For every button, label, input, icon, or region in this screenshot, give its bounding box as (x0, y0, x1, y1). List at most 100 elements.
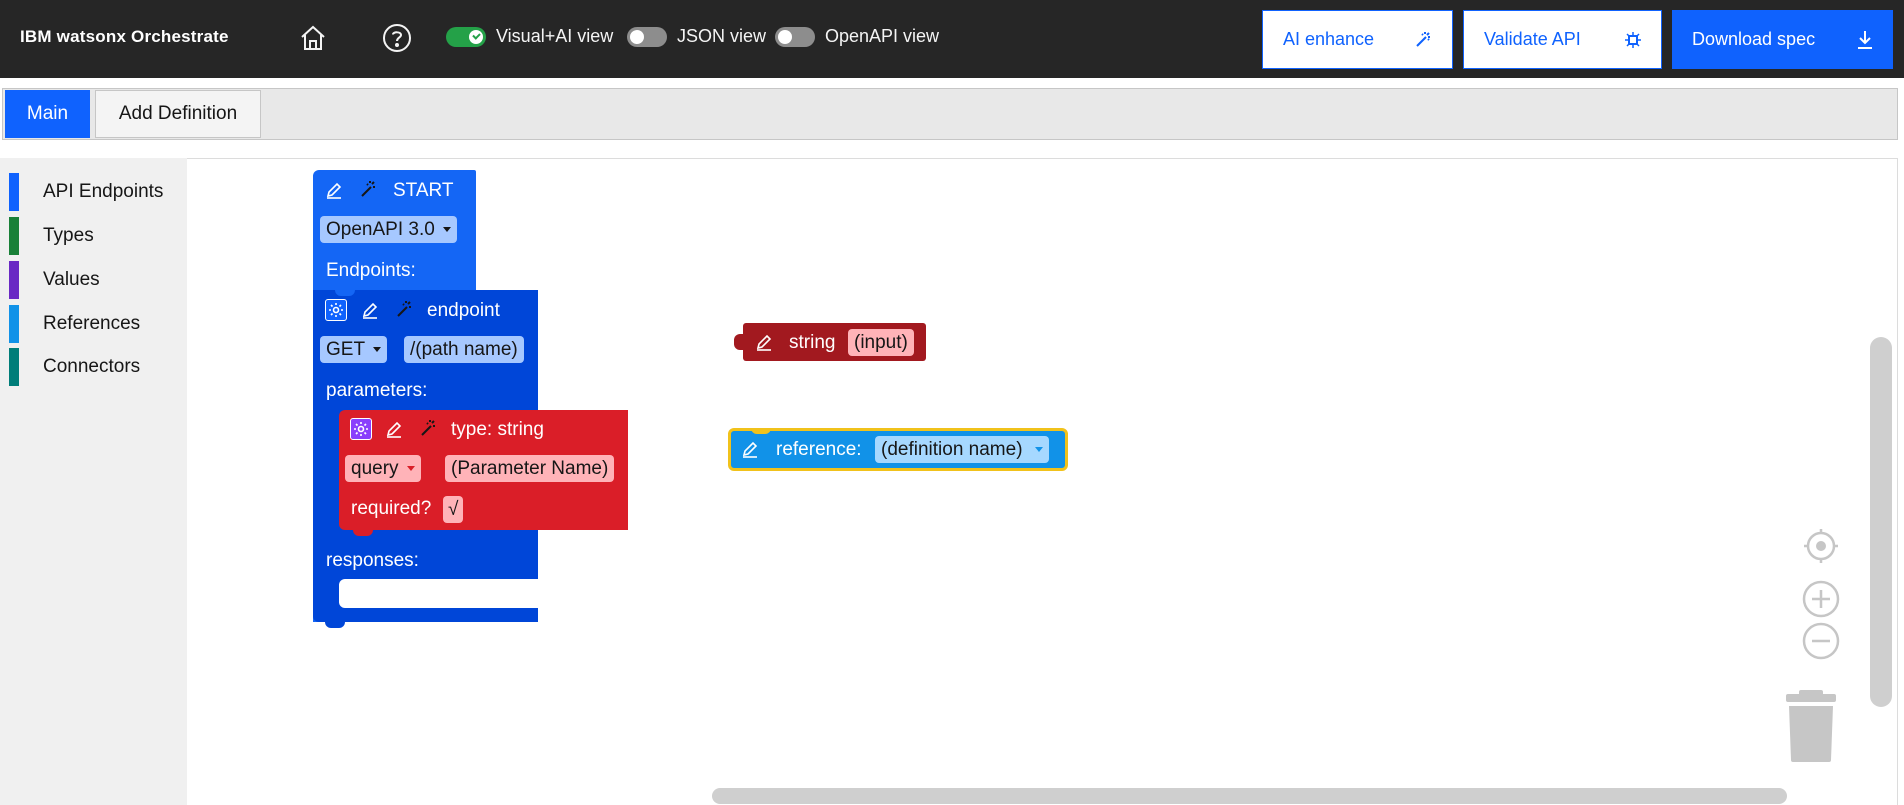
toggle-switch[interactable] (627, 26, 667, 47)
home-button[interactable] (295, 20, 331, 56)
help-button[interactable] (379, 20, 415, 56)
path-name-field[interactable]: /(path name) (404, 336, 524, 363)
field-value: (input) (854, 331, 908, 353)
settings-button[interactable] (350, 418, 372, 440)
dropdown-value: query (351, 457, 399, 479)
category-api-endpoints[interactable]: API Endpoints (9, 173, 187, 211)
http-method-dropdown[interactable]: GET (320, 336, 388, 363)
button-label: AI enhance (1283, 29, 1375, 49)
zoom-in-button[interactable] (1801, 579, 1841, 619)
category-color-bar (9, 261, 19, 299)
toggle-label: JSON view (677, 26, 767, 46)
ai-enhance-block-button[interactable] (417, 418, 439, 440)
download-spec-button[interactable]: Download spec (1672, 10, 1893, 69)
start-block[interactable]: START OpenAPI 3.0 Endpoints: (313, 170, 476, 292)
definition-name-dropdown[interactable]: (definition name) (875, 436, 1049, 463)
category-label: API Endpoints (43, 181, 164, 202)
category-label: Values (43, 269, 100, 290)
download-icon (1858, 30, 1872, 49)
toggle-switch[interactable] (775, 26, 815, 47)
vertical-scrollbar[interactable] (1870, 337, 1892, 707)
ai-enhance-block-button[interactable] (393, 299, 415, 321)
endpoints-label: Endpoints: (326, 260, 416, 281)
category-color-bar (9, 173, 19, 211)
home-icon (301, 25, 325, 50)
category-values[interactable]: Values (9, 261, 187, 299)
category-color-bar (9, 305, 19, 343)
category-types[interactable]: Types (9, 217, 187, 255)
dropdown-value: (definition name) (881, 438, 1023, 460)
connector-notch (335, 290, 355, 296)
horizontal-scrollbar[interactable] (712, 788, 1787, 804)
validate-icon (1625, 31, 1641, 48)
toggle-visual-ai-view[interactable]: Visual+AI view (446, 26, 613, 47)
string-value-block[interactable]: string (input) (734, 323, 926, 361)
block-category-sidebar: API Endpoints Types Values References Co… (0, 158, 187, 805)
checkbox-value: √ (448, 498, 459, 520)
edit-button[interactable] (739, 438, 761, 460)
toggle-json-view[interactable]: JSON view (627, 26, 766, 47)
edit-button[interactable] (383, 418, 405, 440)
button-label: Download spec (1692, 29, 1816, 49)
parameter-location-dropdown[interactable]: query (345, 455, 421, 482)
block-title: reference: (776, 439, 862, 460)
connector-tab (325, 622, 345, 628)
category-label: Types (43, 225, 94, 246)
zoom-out-button[interactable] (1801, 621, 1841, 661)
gear-icon (329, 303, 343, 317)
field-value: (Parameter Name) (451, 457, 609, 479)
string-input-field[interactable]: (input) (848, 329, 914, 356)
edit-button[interactable] (753, 331, 775, 353)
magic-wand-icon (397, 301, 411, 317)
app-brand: IBM watsonx Orchestrate (20, 27, 229, 46)
dropdown-value: OpenAPI 3.0 (326, 218, 435, 240)
category-color-bar (9, 217, 19, 255)
tab-add-definition[interactable]: Add Definition (95, 90, 261, 138)
output-connector (734, 334, 744, 350)
top-header: IBM watsonx Orchestrate Visual+AI view J… (0, 0, 1904, 78)
responses-label: responses: (326, 550, 419, 571)
recenter-button[interactable] (1801, 526, 1841, 566)
connector-notch (751, 428, 771, 434)
chevron-down-icon (373, 347, 382, 352)
required-checkbox[interactable]: √ (443, 496, 464, 523)
magic-wand-icon (421, 420, 435, 436)
category-references[interactable]: References (9, 305, 187, 343)
category-connectors[interactable]: Connectors (9, 348, 187, 386)
edit-button[interactable] (323, 179, 345, 201)
ai-enhance-block-button[interactable] (357, 179, 379, 201)
toggle-switch[interactable] (446, 26, 486, 47)
toggle-openapi-view[interactable]: OpenAPI view (775, 26, 939, 47)
edit-button[interactable] (359, 299, 381, 321)
required-label: required? (351, 498, 432, 519)
toggle-label: Visual+AI view (496, 26, 614, 46)
connector-tab (353, 530, 373, 536)
tab-main[interactable]: Main (5, 90, 90, 138)
pencil-icon (362, 302, 378, 319)
chevron-down-icon (442, 227, 451, 232)
trash-button[interactable] (1783, 688, 1839, 764)
parameter-name-field[interactable]: (Parameter Name) (445, 455, 615, 482)
parameter-block[interactable]: type: string query (Parameter Name) requ… (339, 410, 628, 536)
chevron-down-icon (1034, 447, 1043, 452)
chevron-down-icon (406, 466, 415, 471)
trash-icon (1786, 690, 1836, 762)
magic-wand-icon (1416, 31, 1430, 47)
pencil-icon (326, 182, 342, 199)
zoom-in-icon (1802, 580, 1840, 618)
reference-block[interactable]: reference: (definition name) (728, 428, 1068, 471)
block-title: string (789, 332, 836, 353)
ai-enhance-button[interactable]: AI enhance (1262, 10, 1453, 69)
category-label: Connectors (43, 356, 141, 377)
zoom-out-icon (1802, 622, 1840, 660)
validate-api-button[interactable]: Validate API (1463, 10, 1662, 69)
field-value: /(path name) (410, 338, 518, 360)
openapi-version-dropdown[interactable]: OpenAPI 3.0 (320, 216, 457, 243)
magic-wand-icon (361, 181, 375, 197)
toggle-label: OpenAPI view (825, 26, 940, 46)
responses-slot[interactable] (339, 579, 538, 608)
category-label: References (43, 313, 141, 334)
settings-button[interactable] (325, 299, 347, 321)
gear-icon (354, 422, 368, 436)
button-label: Validate API (1484, 29, 1581, 49)
